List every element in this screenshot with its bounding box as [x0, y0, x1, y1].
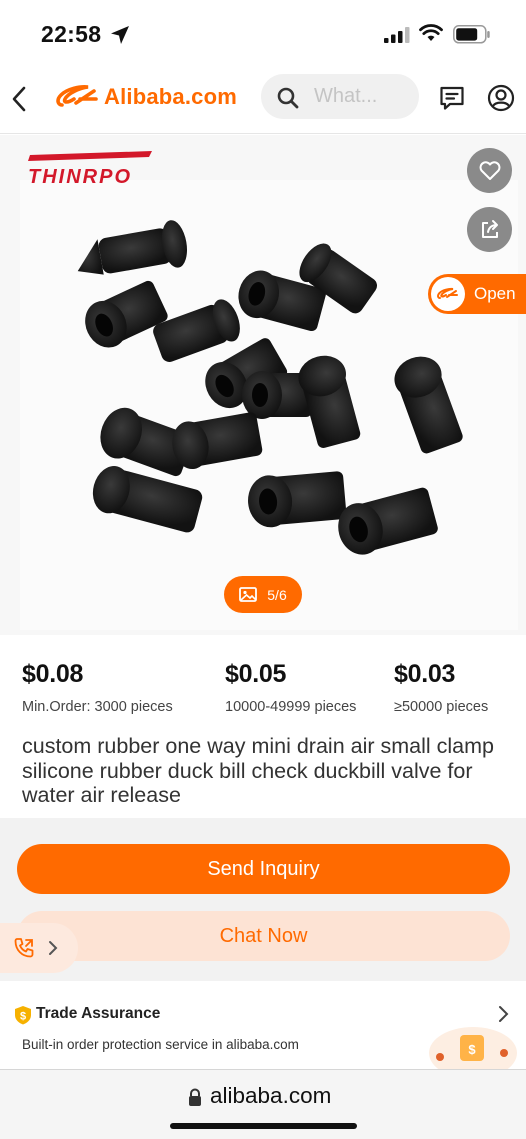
- image-counter-text: 5/6: [267, 586, 287, 603]
- tier-quantity: 10000-49999 pieces: [225, 699, 357, 715]
- alibaba-app-icon: [431, 277, 465, 311]
- share-icon: [481, 219, 498, 238]
- search-input[interactable]: What...: [261, 74, 419, 119]
- product-title: custom rubber one way mini drain air sma…: [22, 734, 494, 807]
- alibaba-logo-icon: [56, 85, 98, 107]
- share-button[interactable]: [467, 207, 512, 252]
- message-icon[interactable]: [439, 85, 465, 111]
- contact-bubble-button[interactable]: [0, 923, 78, 973]
- home-indicator: [170, 1123, 357, 1129]
- location-arrow-icon: [111, 26, 129, 44]
- product-gallery[interactable]: THINRPO Open 5/6: [0, 135, 526, 635]
- price-tier: $0.05 10000-49999 pieces: [225, 660, 356, 715]
- trade-assurance-illustration: $: [429, 1027, 517, 1069]
- svg-text:$: $: [20, 1011, 26, 1023]
- status-time: 22:58: [41, 21, 102, 47]
- heart-icon: [479, 160, 500, 180]
- product-photo-valves: [77, 220, 463, 555]
- alibaba-logo[interactable]: Alibaba.com: [56, 83, 237, 111]
- wifi-icon: [419, 24, 443, 41]
- cellular-signal-icon: [384, 27, 410, 43]
- tier-price: $0.03: [394, 660, 456, 688]
- trade-assurance-shield-icon: $: [15, 1006, 31, 1025]
- image-counter[interactable]: 5/6: [224, 576, 302, 613]
- image-icon: [239, 587, 258, 602]
- open-in-app-button[interactable]: Open: [428, 274, 526, 314]
- price-tier: $0.08 Min.Order: 3000 pieces: [22, 660, 173, 715]
- app-header: Alibaba.com What...: [0, 66, 526, 134]
- chevron-right-icon: [49, 941, 58, 955]
- browser-address-bar[interactable]: alibaba.com: [0, 1069, 526, 1139]
- search-placeholder: What...: [314, 85, 378, 107]
- favorite-button[interactable]: [467, 148, 512, 193]
- action-panel: Send Inquiry Chat Now: [0, 818, 526, 981]
- svg-text:THINRPO: THINRPO: [28, 166, 132, 188]
- logo-text: Alibaba.com: [104, 84, 238, 109]
- status-bar: 22:58: [0, 0, 526, 66]
- product-image[interactable]: [20, 180, 518, 630]
- url-text: alibaba.com: [210, 1083, 332, 1108]
- tier-quantity: Min.Order: 3000 pieces: [22, 699, 173, 715]
- back-chevron-icon[interactable]: [10, 85, 28, 113]
- price-tier: $0.03 ≥50000 pieces: [394, 660, 488, 715]
- open-label: Open: [474, 284, 516, 303]
- price-tiers: $0.08 Min.Order: 3000 pieces $0.05 10000…: [0, 660, 526, 730]
- search-icon: [277, 87, 299, 109]
- tier-price: $0.05: [225, 660, 287, 688]
- svg-text:$: $: [468, 1042, 476, 1057]
- brand-logo-thinrpo: THINRPO: [28, 151, 152, 188]
- send-inquiry-button[interactable]: Send Inquiry: [17, 844, 510, 894]
- lock-icon: [189, 1088, 201, 1106]
- tier-price: $0.08: [22, 660, 84, 688]
- phone-call-icon: [14, 938, 34, 958]
- trade-assurance-banner[interactable]: $ Trade Assurance Built-in order protect…: [0, 991, 526, 1069]
- account-icon[interactable]: [487, 84, 515, 112]
- trade-assurance-title: Trade Assurance: [36, 1005, 161, 1022]
- tier-quantity: ≥50000 pieces: [394, 699, 489, 715]
- chat-now-button[interactable]: Chat Now: [17, 911, 510, 961]
- battery-icon: [453, 25, 490, 44]
- trade-assurance-subtitle: Built-in order protection service in ali…: [22, 1037, 299, 1052]
